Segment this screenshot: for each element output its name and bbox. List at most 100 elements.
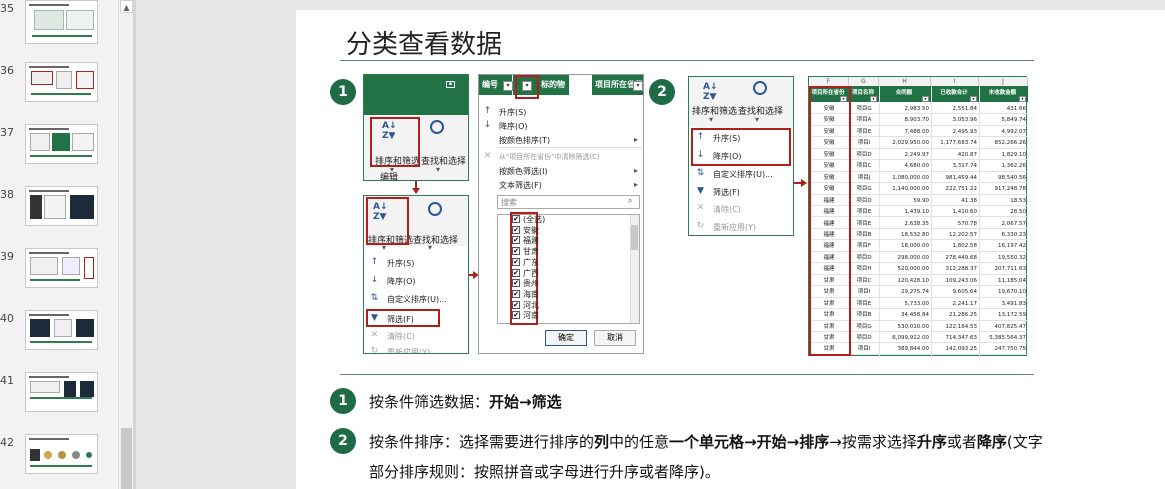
filter-dropdown-icon[interactable]: ▾ (870, 96, 877, 102)
thumbnail-image[interactable] (25, 186, 98, 226)
thumbnail-slide[interactable]: 38 (0, 186, 118, 226)
filter-checkbox[interactable]: ✔ (512, 225, 520, 234)
submenu-arrow-icon: ▸ (634, 180, 639, 189)
filter-checkbox[interactable]: ✔ (512, 247, 520, 256)
menu-item-reapply[interactable]: 重新应用(Y) (713, 222, 756, 233)
table-cell: 18,000.00 (901, 243, 929, 250)
filter-dropdown-icon[interactable]: ▾ (633, 81, 643, 91)
app-window: 35 36 37 38 39 40 41 42 ▲ 分类查看数据 1 2 ▪ A… (0, 0, 1165, 489)
thumbnail-image[interactable] (25, 124, 98, 164)
thumbnail-image[interactable] (25, 62, 98, 102)
scrollbar-thumb[interactable] (121, 428, 132, 489)
flow-arrow-head (801, 179, 807, 187)
submenu-arrow-icon: ▸ (634, 166, 639, 175)
sort-filter-icon: A↓ Z▼ (703, 82, 718, 102)
step2-bold: 列 (594, 433, 610, 451)
thumbnail-image[interactable] (25, 248, 98, 288)
find-select-chevron-icon: ▾ (436, 165, 441, 174)
thumbnail-slide[interactable]: 37 (0, 124, 118, 164)
slide-thumbnails-panel: 35 36 37 38 39 40 41 42 (0, 0, 118, 489)
table-cell: 2,067.57 (1001, 220, 1027, 227)
filter-checkbox[interactable]: ✔ (512, 268, 520, 277)
thumbnail-slide[interactable]: 35 (0, 0, 118, 44)
filter-checkbox[interactable]: ✔ (512, 215, 520, 223)
highlight-box (515, 75, 539, 99)
thumbnails-scrollbar[interactable]: ▲ (118, 0, 133, 489)
thumbnail-slide[interactable]: 41 (0, 372, 118, 412)
step-badge-2: 2 (649, 79, 675, 105)
table-cell: 项目C (856, 277, 872, 284)
table-cell: 109,243.06 (945, 277, 978, 284)
table-cell: 1,140,000.00 (892, 186, 929, 193)
filter-dropdown-icon[interactable]: ▾ (922, 96, 929, 102)
column-letter: G (849, 77, 879, 86)
thumbnail-slide[interactable]: 39 (0, 248, 118, 288)
menu-item-reapply[interactable]: 重新应用(Y) (387, 347, 430, 353)
filter-menu-clear-from[interactable]: 从"项目所在省份"中清除筛选(C) (499, 152, 600, 162)
filter-checkbox[interactable]: ✔ (512, 289, 520, 298)
step1-bold: 开始→筛选 (489, 393, 562, 411)
filter-search-input[interactable]: 搜索 ⌕ (497, 195, 640, 209)
table-cell: 298,000.00 (897, 254, 930, 261)
menu-item-custom[interactable]: 自定义排序(U)... (713, 169, 773, 180)
clear-filter-icon: ✕ (483, 151, 492, 161)
filter-item-label: 安徽 (523, 225, 539, 235)
menu-item-desc[interactable]: 降序(O) (387, 276, 416, 287)
filter-menu-asc[interactable]: 升序(S) (499, 107, 526, 118)
cancel-button[interactable]: 取消 (594, 330, 636, 346)
filter-dropdown-icon[interactable]: ▾ (503, 81, 513, 91)
thumbnail-number: 36 (0, 64, 14, 77)
table-cell: 18,532.80 (901, 231, 929, 238)
menu-item-clear[interactable]: 清除(C) (387, 331, 415, 342)
table-cell: 项目D (856, 335, 872, 341)
ribbon-screenshot: ▪ A↓ Z▼ 排序和筛选 查找和选择 ▾ ▾ 编辑 (363, 74, 469, 181)
thumbnail-slide[interactable]: 42 (0, 434, 118, 474)
step-badge-1: 1 (330, 79, 356, 105)
filter-checkbox[interactable]: ✔ (512, 257, 520, 266)
step2-bold: 一个单元格 (669, 433, 745, 451)
thumbnail-image[interactable] (25, 434, 98, 474)
filter-checkbox[interactable]: ✔ (512, 279, 520, 288)
filter-menu-color-filter[interactable]: 按颜色筛选(I) (499, 166, 548, 177)
step2-part: →按需求选择 (829, 433, 917, 451)
table-cell: 6,330.23 (1001, 231, 1027, 238)
filter-menu-desc[interactable]: 降序(O) (499, 121, 528, 132)
menu-item-clear[interactable]: 清除(C) (713, 204, 741, 215)
menu-item-filter[interactable]: 筛选(F) (713, 187, 740, 198)
thumbnail-image[interactable] (25, 372, 98, 412)
table-cell: 5,385,564.37 (989, 335, 1026, 341)
filter-menu-by-color[interactable]: 按颜色排序(T) (499, 135, 550, 146)
step2-bold: 排序 (799, 433, 830, 451)
slide-canvas[interactable]: 分类查看数据 1 2 ▪ A↓ Z▼ 排序和筛选 查找和选择 ▾ ▾ 编辑 A↓ Z… (296, 10, 1165, 489)
table-cell: 714,347.63 (945, 335, 978, 341)
filter-checkbox[interactable]: ✔ (512, 300, 520, 309)
panel-splitter[interactable] (133, 0, 136, 489)
filter-dropdown-icon[interactable]: ▾ (1019, 96, 1026, 102)
scroll-up-arrow-icon[interactable]: ▲ (120, 0, 133, 13)
table-cell: 917,248.78 (994, 186, 1027, 193)
table-cell: 项目B (856, 312, 872, 319)
edit-group-label: 编辑 (380, 173, 399, 181)
filter-item-label: 河北 (523, 300, 539, 310)
filter-menu-text-filter[interactable]: 文本筛选(F) (499, 180, 542, 191)
thumbnail-slide[interactable]: 36 (0, 62, 118, 102)
list-scrollbar-thumb[interactable] (631, 225, 638, 250)
step2-text-line2: 部分排序规则：按照拼音或字母进行升序或者降序)。 (369, 463, 720, 481)
sort-desc-icon: ↓ (370, 275, 379, 285)
filter-checkbox[interactable]: ✔ (512, 311, 520, 320)
thumbnail-slide[interactable]: 40 (0, 310, 118, 350)
thumbnail-number: 42 (0, 436, 14, 449)
thumbnail-image[interactable] (25, 0, 98, 44)
table-cell: 16,197.42 (998, 243, 1026, 250)
filter-item-label: 海南 (523, 289, 539, 299)
table-cell: 项目I (857, 346, 871, 353)
filter-checkbox[interactable]: ✔ (512, 236, 520, 245)
step-badge-1: 1 (330, 388, 356, 414)
menu-item-asc[interactable]: 升序(S) (387, 258, 414, 269)
ok-button[interactable]: 确定 (545, 330, 587, 346)
menu-item-custom[interactable]: 自定义排序(U)... (387, 294, 447, 305)
filter-dropdown-icon[interactable]: ▾ (970, 96, 977, 102)
grid-line (979, 86, 980, 356)
table-cell: 2,638.35 (904, 220, 930, 227)
thumbnail-image[interactable] (25, 310, 98, 350)
